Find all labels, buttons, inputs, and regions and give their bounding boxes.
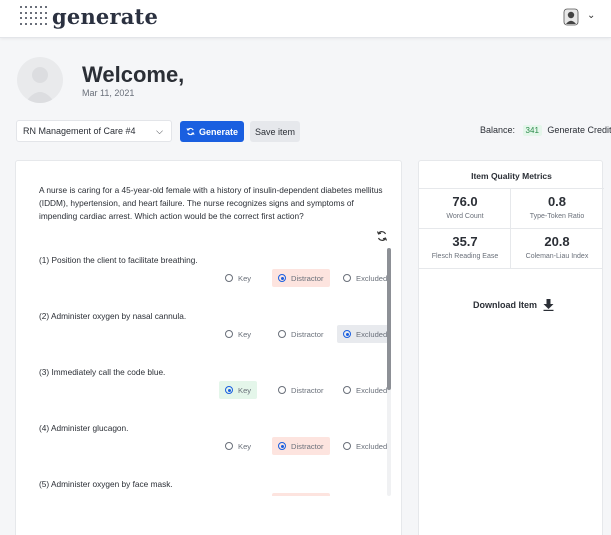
option-text: (5) Administer oxygen by face mask.: [39, 479, 173, 489]
welcome-date: Mar 11, 2021: [82, 88, 135, 98]
radio-circle-icon: [343, 442, 351, 450]
item-quality-metrics-card: Item Quality Metrics 76.0 Word Count 0.8…: [418, 160, 604, 535]
radio-circle-icon: [278, 386, 286, 394]
radio-circle-icon: [278, 330, 286, 338]
answer-option: (4) Administer glucagon. Key Distractor …: [16, 419, 388, 475]
question-card: A nurse is caring for a 45-year-old fema…: [15, 160, 402, 535]
avatar: [17, 57, 63, 103]
option-text: (4) Administer glucagon.: [39, 423, 129, 433]
metric-value: 76.0: [452, 194, 478, 209]
logo-text[interactable]: generate: [52, 4, 158, 29]
radio-circle-icon: [343, 386, 351, 394]
item-select[interactable]: RN Management of Care #4 ⌵: [16, 120, 172, 142]
save-item-button[interactable]: Save item: [250, 121, 300, 142]
metrics-grid: 76.0 Word Count 0.8 Type-Token Ratio 35.…: [419, 188, 604, 269]
chevron-down-icon[interactable]: ⌄: [587, 10, 595, 21]
radio-circle-icon: [343, 330, 351, 338]
radio-circle-icon: [278, 442, 286, 450]
radio-excluded[interactable]: Excluded: [337, 437, 388, 455]
generate-button-label: Generate: [198, 126, 239, 137]
radio-distractor[interactable]: Distractor: [272, 437, 330, 455]
answer-option: (5) Administer oxygen by face mask. Key …: [16, 475, 388, 496]
radio-circle-icon: [278, 274, 286, 282]
generate-button[interactable]: Generate: [180, 121, 244, 142]
radio-key[interactable]: Key: [219, 493, 257, 496]
metric-coleman-liau-index: 20.8 Coleman-Liau Index: [511, 229, 603, 269]
refresh-icon: [186, 127, 195, 136]
metric-label: Word Count: [446, 213, 484, 220]
radio-distractor[interactable]: Distractor: [272, 269, 330, 287]
scrollbar-thumb[interactable]: [387, 248, 391, 390]
option-text: (3) Immediately call the code blue.: [39, 367, 166, 377]
radio-distractor[interactable]: Distractor: [272, 381, 330, 399]
balance-label: Balance:: [480, 125, 516, 135]
radio-excluded[interactable]: Excluded: [337, 493, 388, 496]
radio-key[interactable]: Key: [219, 325, 257, 343]
radio-circle-icon: [225, 274, 233, 282]
radio-excluded[interactable]: Excluded: [337, 381, 388, 399]
radio-excluded[interactable]: Excluded: [337, 325, 388, 343]
metric-label: Coleman-Liau Index: [525, 253, 589, 260]
metrics-title: Item Quality Metrics: [471, 171, 552, 181]
radio-circle-icon: [343, 274, 351, 282]
download-item-label: Download Item: [473, 300, 538, 310]
page-title: Welcome,: [82, 62, 185, 87]
option-text: (2) Administer oxygen by nasal cannula.: [39, 311, 187, 321]
option-text: (1) Position the client to facilitate br…: [39, 255, 198, 265]
answer-options-list: (1) Position the client to facilitate br…: [16, 251, 388, 496]
options-scrollbar[interactable]: [387, 248, 391, 496]
metric-flesch-reading-ease: 35.7 Flesch Reading Ease: [419, 229, 511, 269]
refresh-icon[interactable]: [376, 230, 388, 242]
metric-label: Flesch Reading Ease: [431, 253, 499, 260]
answer-option: (3) Immediately call the code blue. Key …: [16, 363, 388, 419]
radio-distractor[interactable]: Distractor: [272, 493, 330, 496]
top-bar: generate ⌄: [0, 0, 611, 38]
metric-word-count: 76.0 Word Count: [419, 189, 511, 229]
radio-circle-icon: [225, 386, 233, 394]
metric-value: 0.8: [547, 194, 567, 209]
radio-key[interactable]: Key: [219, 269, 257, 287]
item-select-value: RN Management of Care #4: [23, 126, 136, 136]
metric-label: Type-Token Ratio: [529, 213, 585, 220]
metric-value: 35.7: [452, 234, 478, 249]
radio-key[interactable]: Key: [219, 381, 258, 399]
radio-circle-icon: [225, 442, 233, 450]
radio-excluded[interactable]: Excluded: [337, 269, 388, 287]
chevron-down-icon: ⌵: [156, 126, 163, 136]
radio-distractor[interactable]: Distractor: [272, 325, 330, 343]
answer-option: (1) Position the client to facilitate br…: [16, 251, 388, 307]
balance-value-badge: 341: [522, 125, 542, 136]
radio-circle-icon: [225, 330, 233, 338]
radio-key[interactable]: Key: [219, 437, 257, 455]
answer-option: (2) Administer oxygen by nasal cannula. …: [16, 307, 388, 363]
download-icon: [543, 299, 554, 311]
metric-value: 20.8: [544, 234, 570, 249]
balance-unit: Generate Credits: [547, 125, 611, 135]
metric-type-token-ratio: 0.8 Type-Token Ratio: [511, 189, 603, 229]
logo-dots-icon: [20, 6, 47, 26]
user-avatar-icon[interactable]: [563, 8, 579, 26]
download-item-button[interactable]: Download Item: [473, 299, 554, 311]
avatar-placeholder-icon: [25, 67, 55, 103]
balance: Balance: 341 Generate Credits: [480, 125, 611, 136]
question-stem: A nurse is caring for a 45-year-old fema…: [39, 185, 383, 221]
